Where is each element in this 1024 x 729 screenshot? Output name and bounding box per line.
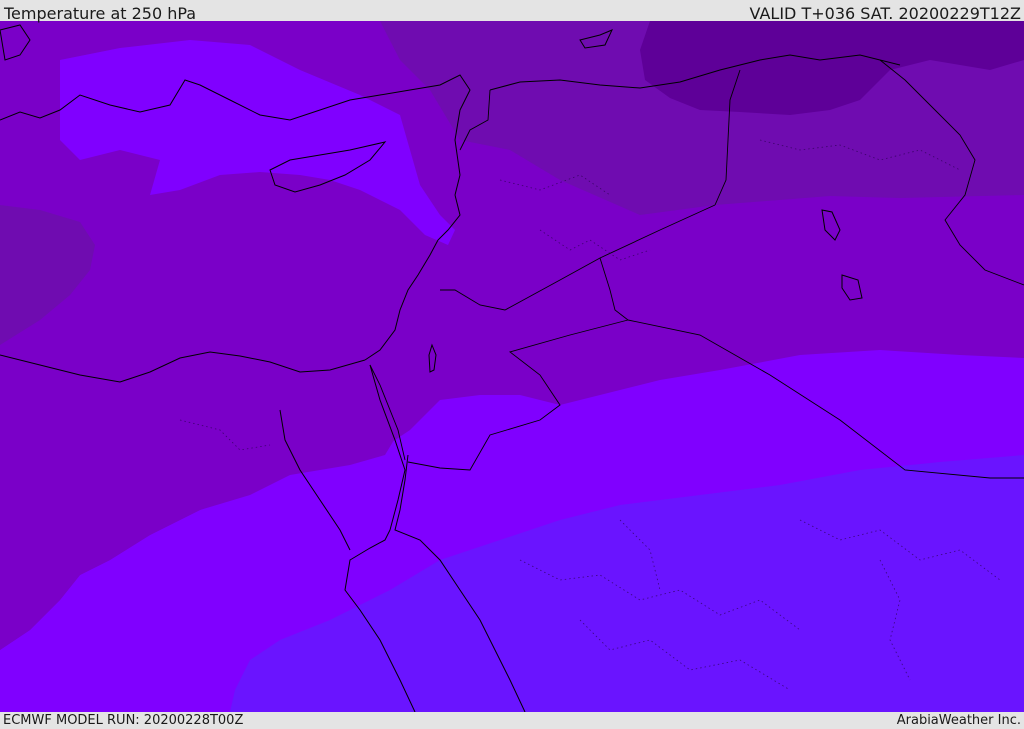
map-header: Temperature at 250 hPa VALID T+036 SAT. … [0, 0, 1024, 23]
map-canvas [0, 21, 1024, 712]
credit-label: ArabiaWeather Inc. [896, 713, 1021, 728]
temperature-map [0, 21, 1024, 712]
map-footer: ECMWF MODEL RUN: 20200228T00Z ArabiaWeat… [0, 712, 1024, 729]
valid-time-label: VALID T+036 SAT. 20200229T12Z [749, 4, 1021, 23]
model-run-label: ECMWF MODEL RUN: 20200228T00Z [3, 713, 244, 728]
map-title: Temperature at 250 hPa [4, 4, 197, 23]
